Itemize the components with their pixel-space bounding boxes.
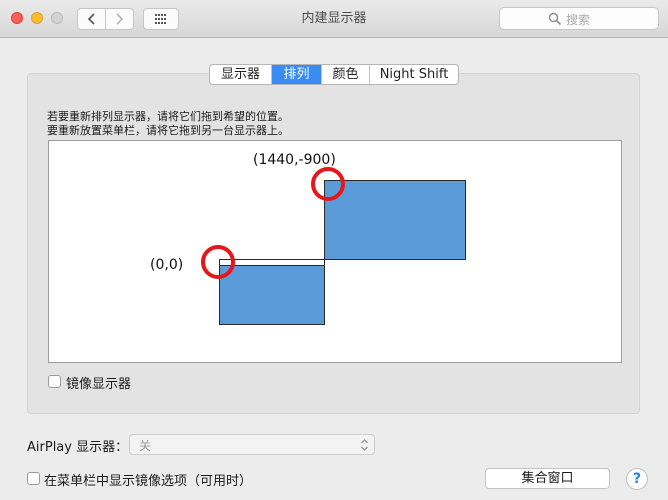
back-button[interactable] — [78, 9, 105, 29]
navigation-buttons — [77, 8, 134, 30]
minimize-window-button[interactable] — [31, 12, 43, 24]
highlight-ring-main — [201, 245, 235, 279]
airplay-label: AirPlay 显示器： — [27, 440, 129, 455]
display-arrangement-area: (1440,-900) (0,0) — [48, 140, 622, 363]
updown-chevron-icon — [361, 439, 368, 451]
main-display[interactable] — [219, 259, 325, 325]
help-button[interactable]: ? — [626, 468, 648, 490]
grid-icon — [155, 14, 166, 24]
zoom-window-button[interactable] — [51, 12, 63, 24]
search-placeholder: 搜索 — [566, 13, 591, 27]
show-all-button[interactable] — [143, 8, 179, 30]
tab-display[interactable]: 显示器 — [210, 65, 272, 84]
main-display-coordinate: (0,0) — [150, 257, 184, 273]
close-window-button[interactable] — [11, 12, 23, 24]
mirror-displays-checkbox[interactable] — [48, 375, 61, 388]
airplay-select[interactable]: 关 — [129, 434, 375, 455]
gather-windows-button[interactable]: 集合窗口 — [485, 468, 610, 489]
second-display-coordinate: (1440,-900) — [253, 152, 336, 168]
show-mirroring-menubar-label: 在菜单栏中显示镜像选项（可用时） — [44, 474, 253, 489]
search-field[interactable]: 搜索 — [499, 7, 659, 30]
secondary-display[interactable] — [324, 180, 466, 260]
highlight-ring-secondary — [311, 167, 345, 201]
search-icon — [548, 12, 562, 26]
tab-color[interactable]: 颜色 — [322, 65, 370, 84]
menu-bar-handle[interactable] — [220, 260, 324, 266]
mirror-displays-label: 镜像显示器 — [66, 377, 132, 392]
show-mirroring-menubar-checkbox[interactable] — [27, 472, 40, 485]
title-bar: 内建显示器 搜索 — [0, 0, 668, 38]
chevron-left-icon — [87, 13, 95, 25]
instruction-line-2: 要重新放置菜单栏，请将它拖到另一台显示器上。 — [47, 124, 289, 137]
tab-arrangement[interactable]: 排列 — [272, 65, 322, 84]
chevron-right-icon — [116, 13, 124, 25]
airplay-select-value: 关 — [139, 439, 152, 453]
forward-button[interactable] — [106, 9, 133, 29]
tab-night-shift[interactable]: Night Shift — [370, 65, 458, 84]
tab-bar: 显示器 排列 颜色 Night Shift — [209, 64, 459, 85]
